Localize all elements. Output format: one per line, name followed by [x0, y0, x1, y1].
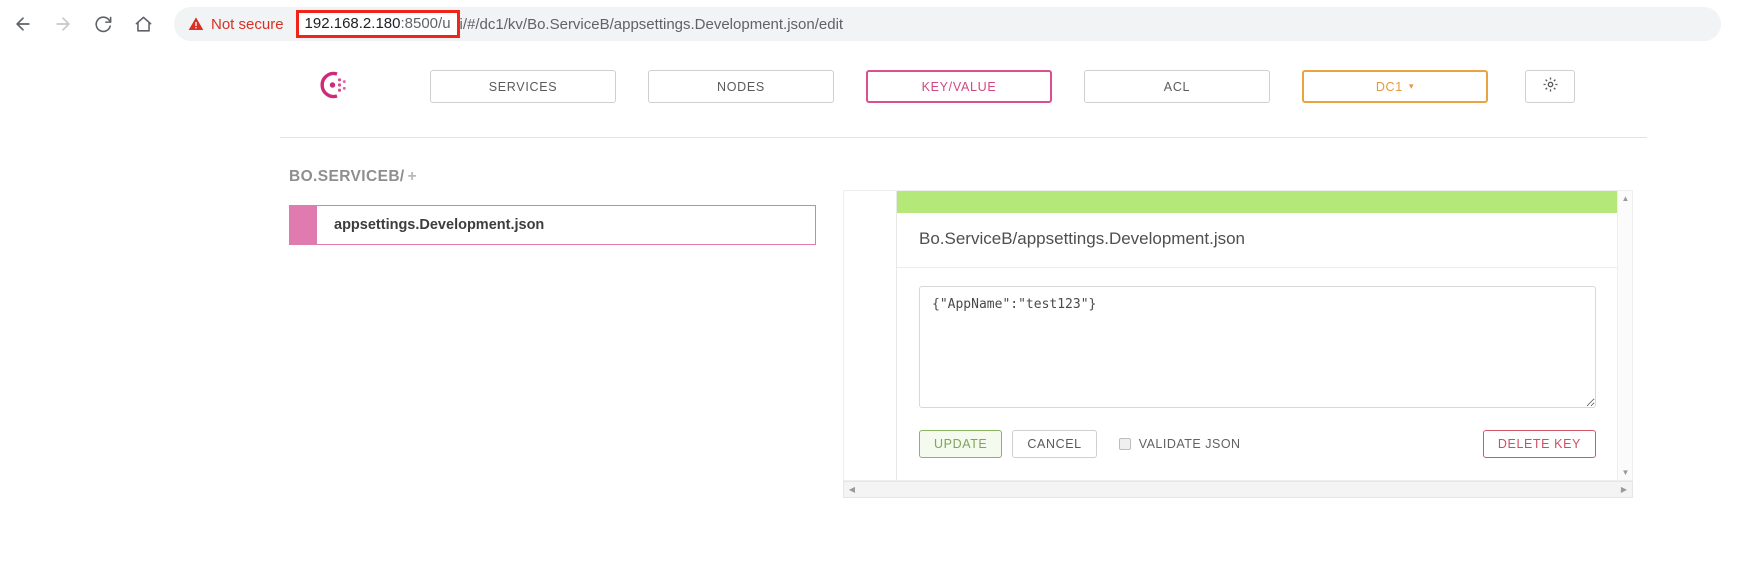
url-port: :8500 [400, 15, 439, 32]
scroll-right-icon[interactable]: ▶ [1616, 482, 1632, 497]
horizontal-scrollbar[interactable]: ◀ ▶ [843, 481, 1633, 498]
validate-json-checkbox[interactable] [1118, 438, 1131, 450]
home-icon[interactable] [126, 7, 160, 41]
not-secure-label: Not secure [211, 15, 284, 33]
list-item[interactable]: appsettings.Development.json [289, 205, 816, 245]
datacenter-selector[interactable]: DC1 ▾ [1302, 70, 1488, 103]
settings-button[interactable] [1525, 70, 1575, 103]
address-bar[interactable]: Not secure 192.168.2.180:8500/u i/#/dc1/… [174, 7, 1721, 41]
validate-json-label[interactable]: VALIDATE JSON [1139, 437, 1241, 451]
add-key-button[interactable]: + [408, 168, 417, 185]
back-icon[interactable] [6, 7, 40, 41]
url-path-start: /u [438, 15, 451, 32]
nav-item-key-value[interactable]: KEY/VALUE [866, 70, 1052, 103]
browser-toolbar: Not secure 192.168.2.180:8500/u i/#/dc1/… [0, 0, 1737, 48]
editor-area [897, 268, 1618, 413]
nav-item-acl[interactable]: ACL [1084, 70, 1270, 103]
nav-item-nodes-label: NODES [717, 79, 765, 94]
selected-indicator [290, 206, 317, 244]
key-detail-panel: Bo.ServiceB/appsettings.Development.json… [843, 190, 1633, 481]
delete-key-button[interactable]: DELETE KEY [1482, 430, 1596, 458]
scroll-left-icon[interactable]: ◀ [844, 482, 860, 497]
status-bar [897, 191, 1618, 213]
value-textarea[interactable] [919, 286, 1596, 408]
nav-item-services[interactable]: SERVICES [430, 70, 616, 103]
nav-item-key-value-label: KEY/VALUE [921, 79, 997, 94]
action-button-row: UPDATE CANCEL VALIDATE JSON DELETE KEY [897, 413, 1618, 480]
gear-icon [1542, 76, 1559, 98]
reload-icon[interactable] [86, 7, 120, 41]
url-host-highlight: 192.168.2.180:8500/u [295, 10, 460, 38]
key-list: appsettings.Development.json [289, 205, 816, 245]
navbar-divider [280, 137, 1647, 138]
scroll-up-icon[interactable]: ▲ [1618, 191, 1632, 206]
datacenter-label: DC1 [1375, 79, 1403, 94]
page-title: Bo.ServiceB/appsettings.Development.json [897, 213, 1618, 268]
vertical-scrollbar[interactable]: ▲ ▼ [1617, 191, 1632, 480]
url-remainder: i/#/dc1/kv/Bo.ServiceB/appsettings.Devel… [459, 15, 844, 33]
scroll-down-icon[interactable]: ▼ [1618, 465, 1632, 480]
validate-json-control: VALIDATE JSON [1118, 437, 1241, 451]
nav-item-nodes[interactable]: NODES [648, 70, 834, 103]
list-item-label: appsettings.Development.json [334, 217, 545, 233]
nav-item-services-label: SERVICES [488, 79, 558, 94]
key-editor-card: Bo.ServiceB/appsettings.Development.json… [896, 191, 1619, 480]
forward-icon[interactable] [46, 7, 80, 41]
nav-item-acl-label: ACL [1163, 79, 1191, 94]
update-button[interactable]: UPDATE [919, 430, 1003, 458]
breadcrumb-path[interactable]: BO.SERVICEB/ [289, 168, 405, 185]
breadcrumb: BO.SERVICEB/+ [289, 168, 417, 186]
cancel-button[interactable]: CANCEL [1012, 430, 1097, 458]
url-host: 192.168.2.180 [304, 15, 401, 32]
consul-logo-icon[interactable] [317, 68, 351, 102]
warning-triangle-icon [188, 16, 204, 32]
chevron-down-icon: ▾ [1408, 81, 1415, 91]
